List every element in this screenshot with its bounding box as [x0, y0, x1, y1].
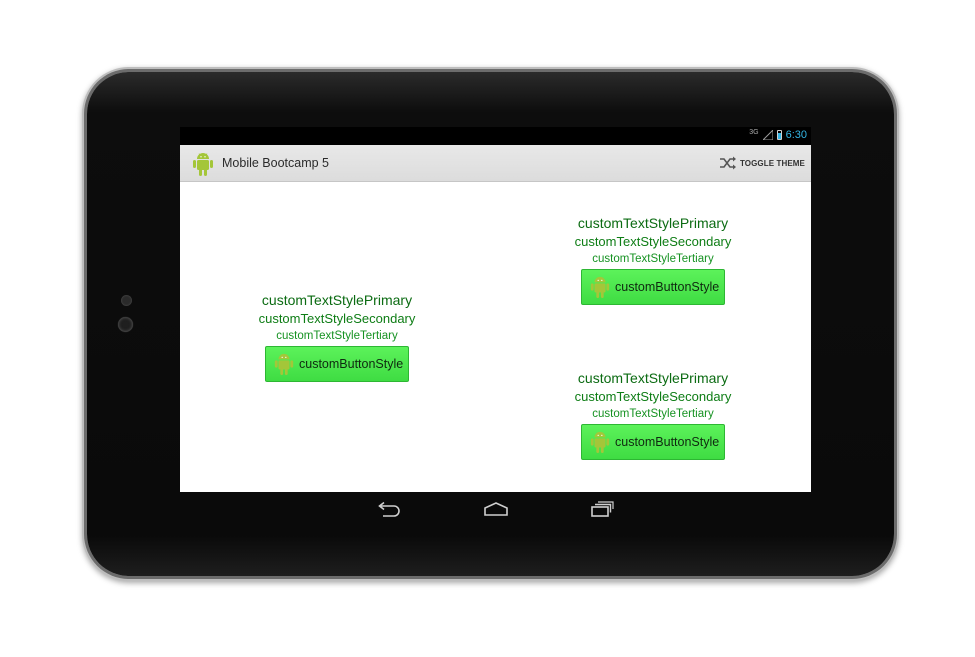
battery-icon [776, 130, 782, 140]
text-primary: customTextStylePrimary [261, 292, 413, 308]
android-robot-icon[interactable] [191, 150, 215, 178]
action-bar: Mobile Bootcamp 5 TOGGLE THEME [180, 145, 811, 182]
text-primary: customTextStylePrimary [577, 370, 729, 386]
network-type: 3G [749, 128, 759, 136]
toggle-theme-label: TOGGLE THEME [739, 158, 805, 168]
custom-button-label: customButtonStyle [615, 435, 720, 449]
custom-button-label: customButtonStyle [615, 280, 720, 294]
sensor-icon [121, 295, 132, 306]
style-group-top-right: customTextStylePrimary customTextStyleSe… [553, 214, 753, 305]
custom-button[interactable]: customButtonStyle [581, 269, 725, 305]
text-secondary: customTextStyleSecondary [258, 311, 416, 326]
camera-icon [118, 317, 133, 332]
text-primary: customTextStylePrimary [577, 215, 729, 231]
style-group-bottom-right: customTextStylePrimary customTextStyleSe… [553, 369, 753, 460]
android-robot-icon [590, 431, 610, 453]
text-tertiary: customTextStyleTertiary [592, 253, 714, 265]
custom-button[interactable]: customButtonStyle [265, 346, 409, 382]
toggle-theme-button[interactable]: TOGGLE THEME [719, 156, 805, 170]
text-secondary: customTextStyleSecondary [574, 234, 732, 249]
text-tertiary: customTextStyleTertiary [592, 408, 714, 420]
text-tertiary: customTextStyleTertiary [276, 330, 398, 342]
signal-icon [762, 130, 773, 140]
home-icon[interactable] [480, 498, 512, 520]
style-group-left: customTextStylePrimary customTextStyleSe… [237, 291, 437, 382]
app-screen: Mobile Bootcamp 5 TOGGLE THEME customTex… [180, 145, 811, 492]
app-title: Mobile Bootcamp 5 [222, 156, 330, 170]
back-icon[interactable] [373, 498, 405, 520]
text-secondary: customTextStyleSecondary [574, 389, 732, 404]
status-clock: 6:30 [785, 129, 807, 141]
android-robot-icon [590, 276, 610, 298]
recent-apps-icon[interactable] [586, 498, 618, 520]
status-bar: 3G 6:30 [180, 127, 811, 145]
shuffle-icon [719, 156, 736, 170]
android-robot-icon [274, 353, 294, 375]
custom-button-label: customButtonStyle [299, 357, 404, 371]
custom-button[interactable]: customButtonStyle [581, 424, 725, 460]
navigation-bar [180, 492, 811, 526]
